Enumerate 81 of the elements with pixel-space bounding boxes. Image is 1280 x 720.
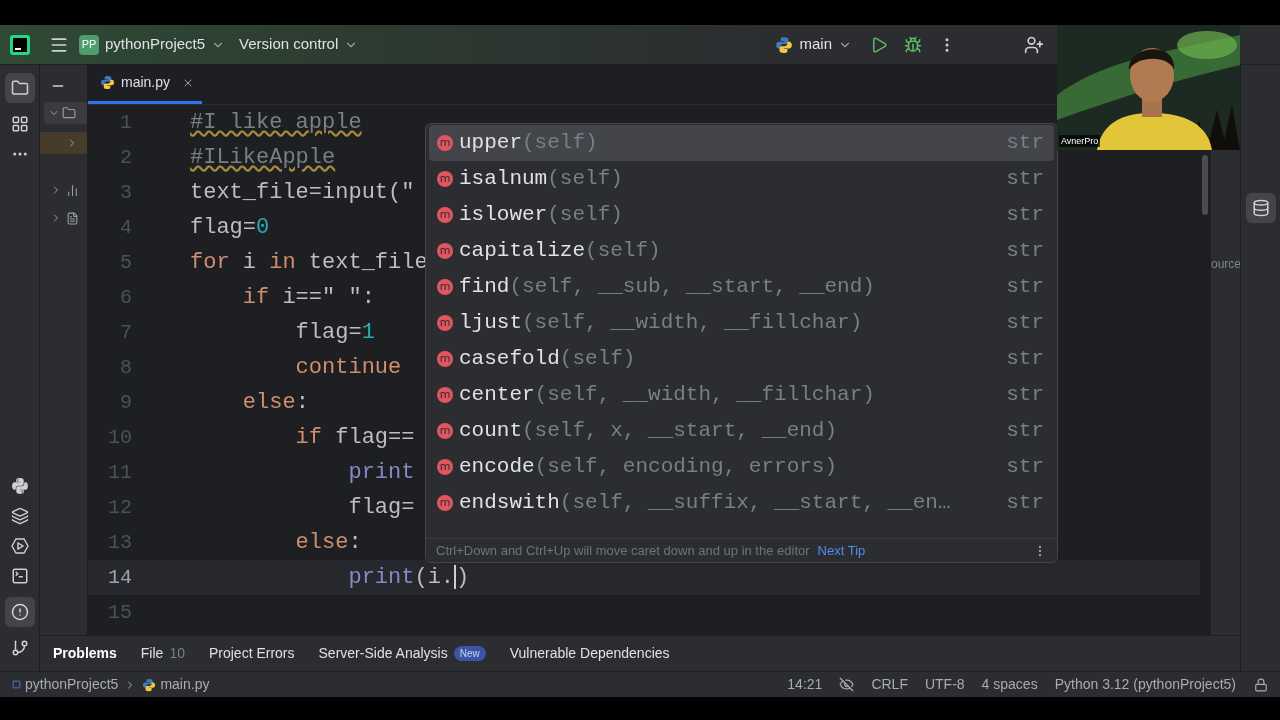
tree-row[interactable]: [44, 102, 87, 124]
code-line: flag=1: [294, 319, 375, 347]
next-tip-link[interactable]: Next Tip: [817, 540, 866, 561]
code-line: continue: [294, 354, 402, 382]
python-console-icon[interactable]: [10, 477, 29, 495]
python-file-icon: [142, 677, 157, 692]
python-icon: [775, 35, 794, 54]
breadcrumb[interactable]: pythonProject5: [25, 674, 119, 695]
module-icon: [12, 680, 21, 689]
completion-item[interactable]: m upper(self) str: [429, 125, 1054, 161]
code-line: print: [347, 459, 415, 487]
line-separator[interactable]: CRLF: [871, 674, 908, 695]
debug-icon[interactable]: [904, 35, 922, 54]
run-configuration[interactable]: main: [775, 33, 852, 56]
code-line: text_file=input(": [190, 179, 415, 207]
structure-icon[interactable]: [10, 115, 29, 133]
tool-window-tab[interactable]: Vulnerable Dependencies: [509, 643, 670, 664]
completion-item[interactable]: m endswith(self, __suffix, __start, __en… str: [429, 485, 1054, 521]
tool-window-tab[interactable]: Problems: [53, 643, 117, 664]
project-switcher[interactable]: PP pythonProject5: [79, 33, 226, 56]
method-icon: m: [437, 387, 453, 403]
method-icon: m: [437, 279, 453, 295]
tip-text: Ctrl+Down and Ctrl+Up will move caret down and up in the editor: [436, 541, 810, 560]
project-badge: PP: [79, 34, 99, 55]
method-icon: m: [437, 315, 453, 331]
method-icon: m: [437, 135, 453, 151]
method-icon: m: [437, 423, 453, 439]
bar-chart-icon: [66, 183, 79, 197]
code-line: flag=0: [190, 214, 270, 242]
add-user-icon[interactable]: [1024, 34, 1044, 55]
version-control-menu[interactable]: Version control: [239, 33, 359, 56]
scrollbar[interactable]: [1202, 155, 1208, 215]
indent-setting[interactable]: 4 spaces: [981, 674, 1038, 695]
crossed-eye-icon[interactable]: [839, 677, 855, 692]
tool-window-tab[interactable]: Project Errors: [208, 643, 295, 664]
file-encoding[interactable]: UTF-8: [924, 674, 965, 695]
tool-window-tab[interactable]: File 10: [140, 643, 185, 664]
app-logo-icon: [10, 34, 30, 55]
run-icon[interactable]: [870, 35, 888, 54]
line-number: 14: [107, 564, 132, 591]
completion-item[interactable]: m isalnum(self) str: [429, 161, 1054, 197]
completion-item[interactable]: m center(self, __width, __fillchar) str: [429, 377, 1054, 413]
code-line: else:: [294, 529, 362, 557]
code-line: print(i.): [347, 564, 470, 592]
code-line: else:: [241, 389, 309, 417]
panel-text: ource: [1211, 256, 1240, 273]
code-line: if flag==: [294, 424, 415, 452]
terminal-icon[interactable]: [10, 567, 29, 585]
lock-icon[interactable]: [1254, 677, 1268, 692]
code-line: #I like apple: [190, 109, 362, 137]
completion-item[interactable]: m count(self, x, __start, __end) str: [429, 413, 1054, 449]
method-icon: m: [437, 243, 453, 259]
completion-item[interactable]: m islower(self) str: [429, 197, 1054, 233]
method-icon: m: [437, 459, 453, 475]
folder-icon: [62, 106, 76, 120]
completion-item[interactable]: m find(self, __sub, __start, __end) str: [429, 269, 1054, 305]
completion-item[interactable]: m ljust(self, __width, __fillchar) str: [429, 305, 1054, 341]
method-icon: m: [437, 207, 453, 223]
code-line: for i in text_file: [190, 249, 428, 277]
tool-window-tab[interactable]: Server-Side Analysis New: [318, 643, 486, 664]
run-hexagon-icon[interactable]: [10, 537, 29, 555]
database-icon[interactable]: [1245, 193, 1276, 223]
folder-icon[interactable]: [4, 73, 35, 103]
layers-icon[interactable]: [10, 507, 29, 525]
participant-name-tag: AvnerPro: [1059, 135, 1101, 147]
code-line: if i==" ":: [241, 284, 375, 312]
git-branch-icon[interactable]: [10, 639, 29, 657]
problems-icon[interactable]: [4, 597, 35, 627]
method-icon: m: [437, 351, 453, 367]
method-icon: m: [437, 171, 453, 187]
python-file-icon: [100, 75, 115, 90]
code-line: flag=: [347, 494, 415, 522]
method-icon: m: [437, 495, 453, 511]
file-icon: [66, 211, 79, 225]
completion-item[interactable]: m casefold(self) str: [429, 341, 1054, 377]
breadcrumb[interactable]: main.py: [160, 674, 210, 695]
completion-item[interactable]: m capitalize(self) str: [429, 233, 1054, 269]
interpreter[interactable]: Python 3.12 (pythonProject5): [1054, 674, 1236, 695]
completion-item[interactable]: m encode(self, encoding, errors) str: [429, 449, 1054, 485]
caret-position[interactable]: 14:21: [787, 674, 823, 695]
code-line: #ILikeApple: [190, 144, 336, 172]
